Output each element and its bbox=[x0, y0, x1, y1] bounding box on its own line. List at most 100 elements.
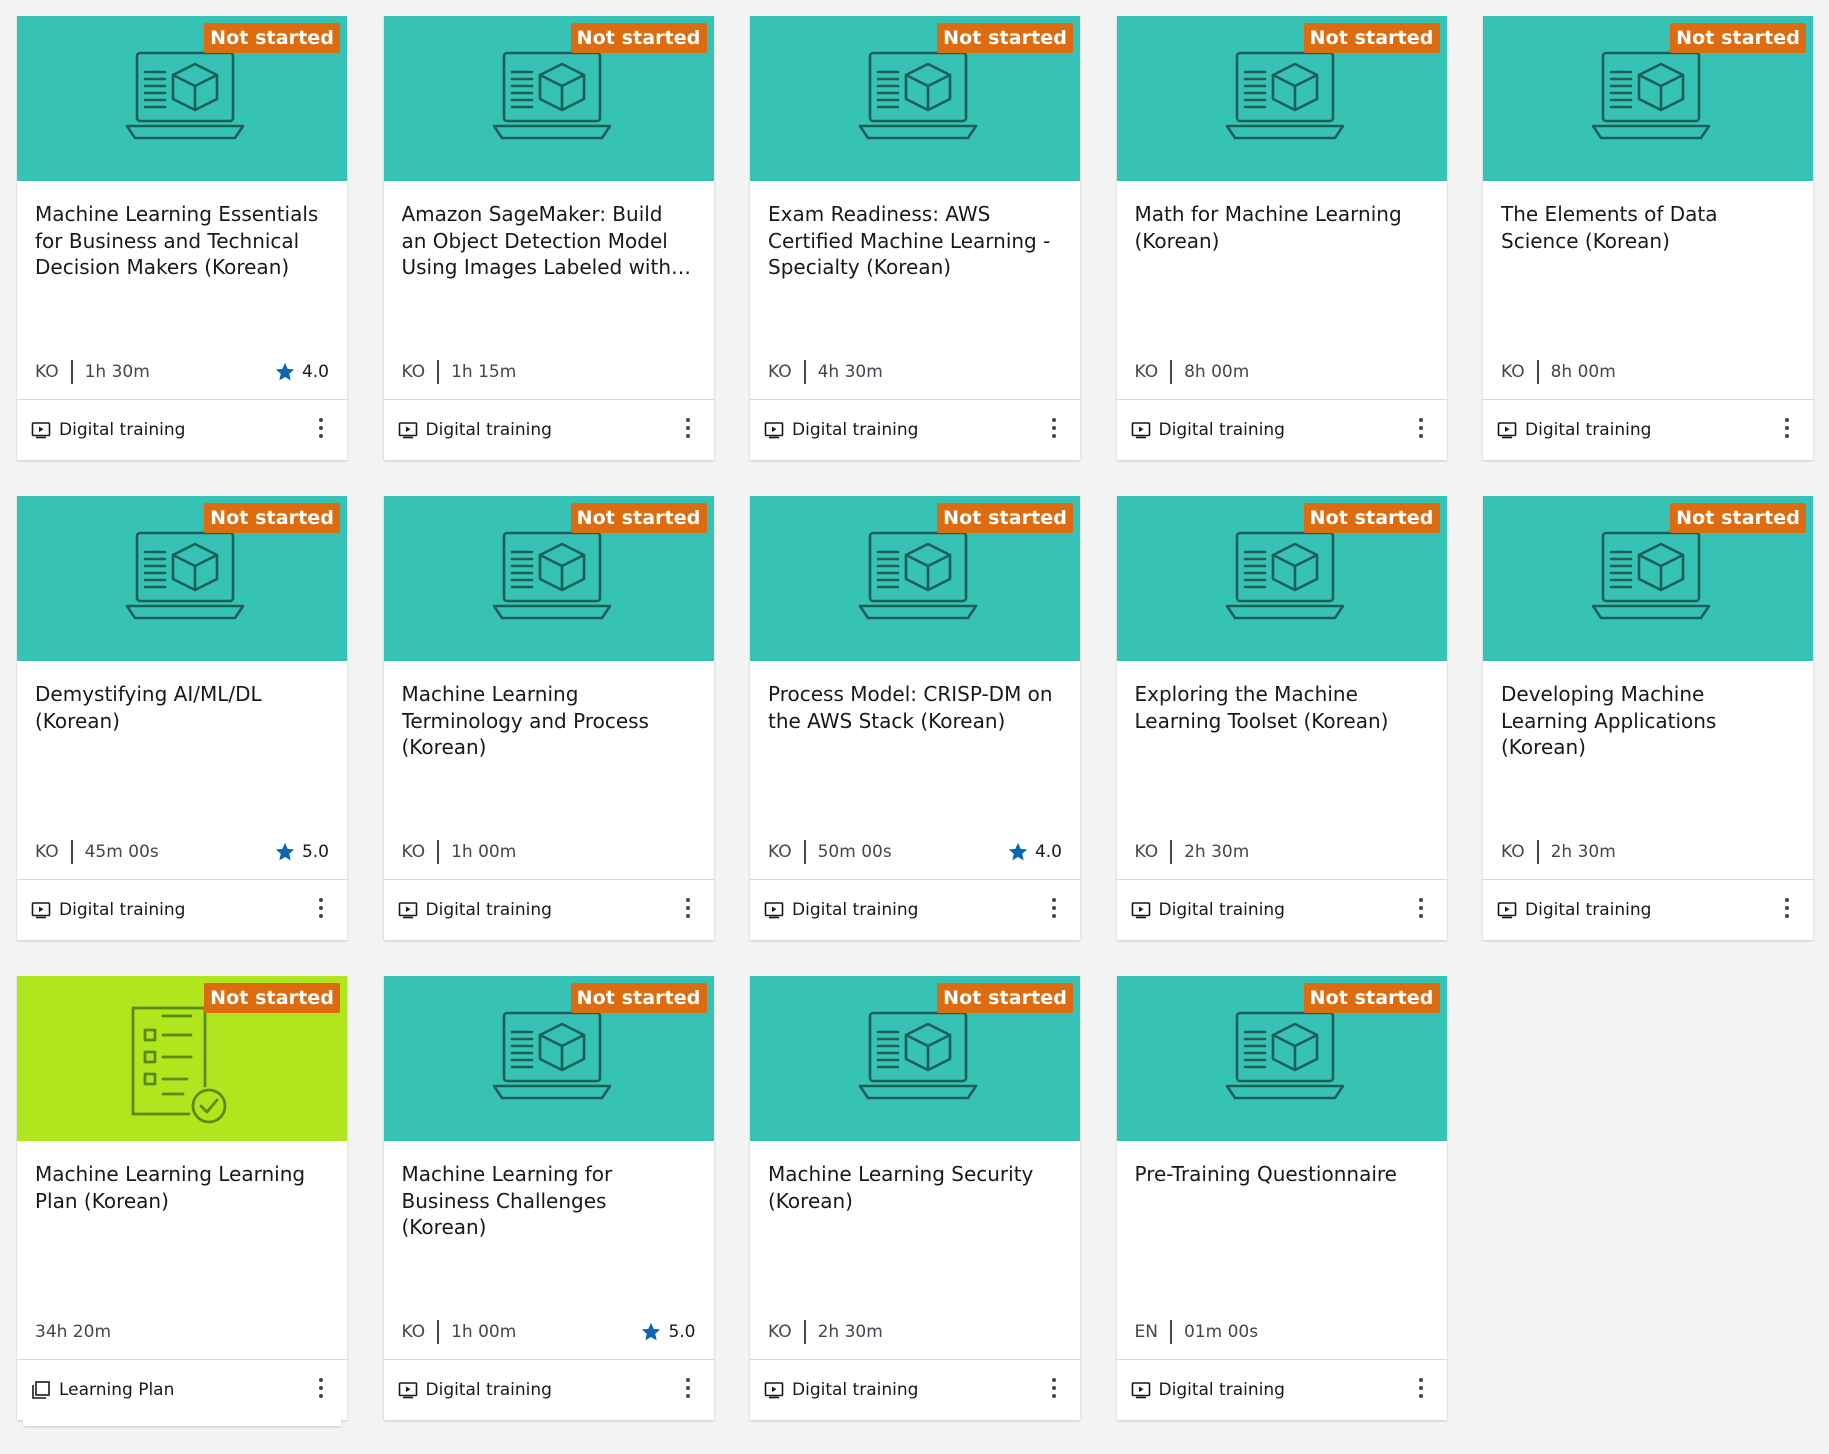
training-type-label: Digital training bbox=[425, 900, 552, 920]
more-options-icon[interactable] bbox=[1783, 418, 1791, 442]
card-meta: KO 1h 15m bbox=[402, 357, 696, 387]
card-title[interactable]: Developing Machine Learning Applications… bbox=[1501, 681, 1793, 761]
card-footer: Digital training bbox=[750, 399, 1080, 460]
status-badge: Not started bbox=[937, 23, 1073, 53]
card-thumbnail: Not started bbox=[1483, 496, 1813, 661]
card-title[interactable]: The Elements of Data Science (Korean) bbox=[1501, 201, 1793, 254]
rating-value: 5.0 bbox=[668, 1322, 696, 1342]
card-footer: Digital training bbox=[383, 879, 714, 940]
card-thumbnail: Not started bbox=[1116, 16, 1447, 181]
card-title[interactable]: Machine Learning for Business Challenges… bbox=[402, 1161, 694, 1241]
card-meta: EN 01m 00s bbox=[1135, 1317, 1429, 1347]
status-badge: Not started bbox=[1303, 503, 1440, 533]
digital-training-icon bbox=[1497, 900, 1517, 920]
card-title[interactable]: Demystifying AI/ML/DL (Korean) bbox=[35, 681, 327, 734]
rating: 4.0 bbox=[1007, 841, 1062, 863]
card-thumbnail: Not started bbox=[750, 496, 1080, 661]
meta-divider bbox=[803, 1320, 806, 1344]
course-card[interactable]: Not started Exam Readiness: AWS Certified… bbox=[750, 16, 1080, 460]
card-title[interactable]: Machine Learning Learning Plan (Korean) bbox=[35, 1161, 327, 1214]
training-type-label: Digital training bbox=[425, 420, 552, 440]
course-card[interactable]: Not started Machine Learning Terminology … bbox=[383, 496, 714, 940]
digital-training-icon bbox=[1131, 1380, 1151, 1400]
card-title[interactable]: Process Model: CRISP-DM on the AWS Stack… bbox=[768, 681, 1060, 734]
course-card[interactable]: Not started Pre-Training Questionnaire EN 0… bbox=[1116, 976, 1447, 1420]
duration-label: 01m 00s bbox=[1183, 1322, 1259, 1342]
language-label: KO bbox=[35, 362, 59, 382]
card-thumbnail: Not started bbox=[750, 16, 1080, 181]
language-label: KO bbox=[768, 1322, 792, 1342]
more-options-icon[interactable] bbox=[684, 1378, 692, 1402]
laptop-cube-icon bbox=[1225, 1010, 1345, 1105]
course-card[interactable]: Not started Machine Learning Learning Pla… bbox=[17, 976, 347, 1426]
course-card[interactable]: Not started Math for Machine Learning (Ko… bbox=[1116, 16, 1447, 460]
laptop-cube-icon bbox=[1225, 50, 1345, 145]
rating: 5.0 bbox=[640, 1321, 696, 1343]
training-type-label: Digital training bbox=[59, 420, 186, 440]
language-label: EN bbox=[1134, 1322, 1158, 1342]
card-thumbnail: Not started bbox=[17, 496, 347, 661]
digital-training-icon bbox=[764, 900, 784, 920]
digital-training-icon bbox=[31, 900, 51, 920]
more-options-icon[interactable] bbox=[317, 1378, 325, 1402]
duration-label: 1h 00m bbox=[451, 1322, 517, 1342]
duration-label: 2h 30m bbox=[817, 1322, 883, 1342]
card-footer: Digital training bbox=[1116, 1359, 1447, 1420]
card-meta: KO 8h 00m bbox=[1135, 357, 1429, 387]
more-options-icon[interactable] bbox=[1783, 898, 1791, 922]
card-footer: Digital training bbox=[1116, 399, 1447, 460]
course-card[interactable]: Not started The Elements of Data Science … bbox=[1483, 16, 1813, 460]
course-card[interactable]: Not started Machine Learning Security (Ko… bbox=[750, 976, 1080, 1420]
card-title[interactable]: Exploring the Machine Learning Toolset (… bbox=[1135, 681, 1427, 734]
card-title[interactable]: Machine Learning Essentials for Business… bbox=[35, 201, 327, 281]
training-type-label: Learning Plan bbox=[59, 1380, 175, 1400]
course-card[interactable]: Not started Developing Machine Learning A… bbox=[1483, 496, 1813, 940]
duration-label: 1h 30m bbox=[84, 362, 150, 382]
card-title[interactable]: Pre-Training Questionnaire bbox=[1135, 1161, 1427, 1188]
rating-value: 4.0 bbox=[301, 362, 329, 382]
digital-training-icon bbox=[398, 1380, 418, 1400]
more-options-icon[interactable] bbox=[1050, 1378, 1058, 1402]
digital-training-icon bbox=[398, 420, 418, 440]
training-type-label: Digital training bbox=[1158, 1380, 1285, 1400]
card-title[interactable]: Amazon SageMaker: Build an Object Detect… bbox=[402, 201, 694, 281]
card-title[interactable]: Exam Readiness: AWS Certified Machine Le… bbox=[768, 201, 1060, 281]
duration-label: 8h 00m bbox=[1550, 362, 1616, 382]
course-card[interactable]: Not started Demystifying AI/ML/DL (Korean… bbox=[17, 496, 347, 940]
course-card[interactable]: Not started Process Model: CRISP-DM on th… bbox=[750, 496, 1080, 940]
laptop-cube-icon bbox=[1591, 50, 1711, 145]
card-thumbnail: Not started bbox=[1483, 16, 1813, 181]
card-thumbnail: Not started bbox=[1116, 976, 1447, 1141]
duration-label: 1h 15m bbox=[451, 362, 517, 382]
more-options-icon[interactable] bbox=[684, 898, 692, 922]
more-options-icon[interactable] bbox=[1417, 898, 1425, 922]
more-options-icon[interactable] bbox=[684, 418, 692, 442]
digital-training-icon bbox=[1131, 900, 1151, 920]
more-options-icon[interactable] bbox=[317, 898, 325, 922]
more-options-icon[interactable] bbox=[317, 418, 325, 442]
card-title[interactable]: Math for Machine Learning (Korean) bbox=[1135, 201, 1427, 254]
language-label: KO bbox=[401, 842, 426, 862]
course-card[interactable]: Not started Machine Learning Essentials f… bbox=[17, 16, 347, 460]
more-options-icon[interactable] bbox=[1417, 418, 1425, 442]
language-label: KO bbox=[1501, 362, 1525, 382]
status-badge: Not started bbox=[570, 503, 707, 533]
status-badge: Not started bbox=[1303, 23, 1440, 53]
card-title[interactable]: Machine Learning Terminology and Process… bbox=[402, 681, 694, 761]
meta-divider bbox=[70, 840, 73, 864]
course-card[interactable]: Not started Exploring the Machine Learnin… bbox=[1116, 496, 1447, 940]
rating-value: 4.0 bbox=[1034, 842, 1062, 862]
laptop-cube-icon bbox=[125, 50, 245, 145]
course-card[interactable]: Not started Machine Learning for Business… bbox=[383, 976, 714, 1420]
card-meta: KO 8h 00m bbox=[1501, 357, 1795, 387]
learning-plan-icon bbox=[31, 1380, 51, 1400]
more-options-icon[interactable] bbox=[1050, 418, 1058, 442]
laptop-cube-icon bbox=[1591, 530, 1711, 625]
course-card[interactable]: Not started Amazon SageMaker: Build an Ob… bbox=[383, 16, 714, 460]
rating: 5.0 bbox=[274, 841, 329, 863]
card-meta: KO 2h 30m bbox=[768, 1317, 1062, 1347]
rating: 4.0 bbox=[274, 361, 329, 383]
more-options-icon[interactable] bbox=[1050, 898, 1058, 922]
more-options-icon[interactable] bbox=[1417, 1378, 1425, 1402]
card-title[interactable]: Machine Learning Security (Korean) bbox=[768, 1161, 1060, 1214]
